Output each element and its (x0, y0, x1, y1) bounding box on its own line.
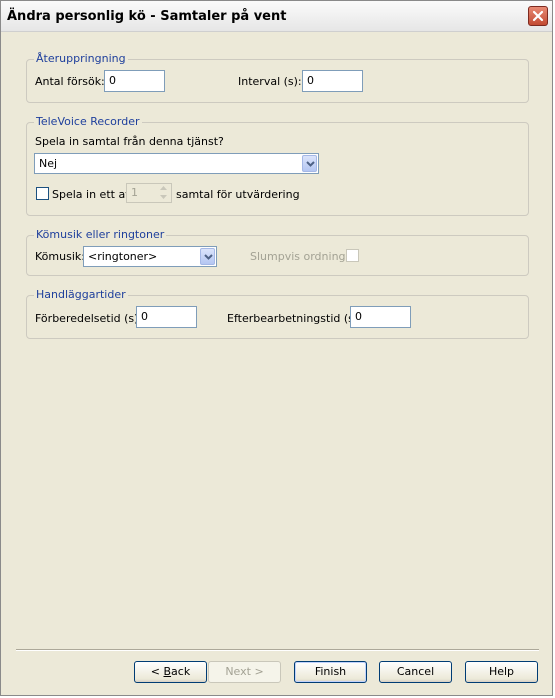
window-title: Ändra personlig kö - Samtaler på vent (7, 9, 287, 24)
random-order-checkbox[interactable] (346, 249, 359, 262)
cancel-button[interactable]: Cancel (379, 661, 452, 683)
close-icon (532, 10, 544, 22)
record-select[interactable]: Nej (34, 153, 319, 174)
spinner-up-button[interactable] (156, 184, 171, 193)
next-button[interactable]: Next > (208, 661, 281, 683)
music-select[interactable]: <ringtoner> (83, 246, 217, 267)
attempts-label: Antal försök: (35, 75, 105, 88)
interval-input[interactable]: 0 (302, 70, 363, 92)
button-separator (16, 649, 539, 651)
back-button-rest: ack (171, 665, 191, 678)
record-select-value: Nej (39, 157, 58, 170)
music-label: Kömusik: (35, 250, 85, 263)
record-question-label: Spela in samtal från denna tjänst? (35, 135, 224, 148)
music-group-legend: Kömusik eller ringtoner (34, 228, 167, 241)
sample-prefix-label: Spela in ett av (52, 188, 132, 201)
random-order-label: Slumpvis ordning: (250, 250, 350, 263)
wrapup-time-label: Efterbearbetningstid (s): (227, 312, 362, 325)
music-select-dropdown[interactable] (200, 248, 215, 265)
music-select-value: <ringtoner> (88, 250, 158, 263)
sample-checkbox[interactable] (36, 187, 49, 200)
caret-down-icon (160, 195, 167, 199)
chevron-down-icon (204, 254, 213, 260)
handling-group-legend: Handläggartider (34, 288, 128, 301)
close-button[interactable] (528, 6, 548, 26)
interval-label: Interval (s): (238, 75, 302, 88)
help-button[interactable]: Help (465, 661, 538, 683)
attempts-input[interactable]: 0 (104, 70, 165, 92)
back-button-mnemonic: B (163, 665, 172, 678)
retry-group-legend: Återuppringning (34, 52, 128, 65)
back-button[interactable]: < Back (134, 661, 207, 683)
sample-spinner[interactable]: 1 (126, 183, 172, 203)
recorder-group-legend: TeleVoice Recorder (34, 115, 142, 128)
chevron-down-icon (306, 161, 315, 167)
sample-spinner-value: 1 (131, 186, 138, 199)
back-button-prefix: < (150, 665, 164, 678)
dialog-window: Ändra personlig kö - Samtaler på vent Åt… (0, 0, 553, 696)
record-select-dropdown[interactable] (302, 155, 317, 172)
prep-time-label: Förberedelsetid (s): (35, 312, 143, 325)
wrapup-time-input[interactable]: 0 (350, 306, 411, 328)
sample-suffix-label: samtal för utvärdering (176, 188, 300, 201)
finish-button[interactable]: Finish (294, 661, 367, 683)
caret-up-icon (160, 186, 167, 190)
prep-time-input[interactable]: 0 (136, 306, 197, 328)
title-bar[interactable]: Ändra personlig kö - Samtaler på vent (1, 1, 552, 32)
spinner-down-button[interactable] (156, 193, 171, 202)
